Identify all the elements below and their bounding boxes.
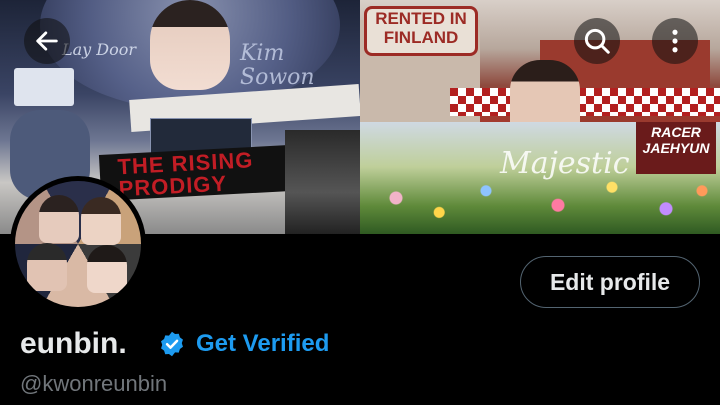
banner-portrait-center [510, 60, 580, 122]
banner-sign: RENTED IN FINLAND [364, 6, 478, 56]
more-options-button[interactable] [652, 18, 698, 64]
banner-portrait-top [150, 0, 230, 90]
banner-script-majestic: Majestic [500, 146, 630, 181]
more-vertical-icon [672, 29, 678, 53]
banner-portrait-bottom [285, 130, 360, 234]
arrow-left-icon [36, 31, 58, 51]
avatar-face-1 [39, 195, 79, 243]
banner-script-top: Lay Door [62, 40, 137, 59]
display-name: eunbin. [20, 327, 127, 360]
search-button[interactable] [574, 18, 620, 64]
verified-badge-icon[interactable] [158, 330, 186, 358]
search-icon [584, 28, 610, 54]
avatar-face-2 [81, 197, 121, 245]
checkered-strip [450, 88, 720, 116]
avatar-image [15, 181, 141, 307]
banner-racer-tag: RACER JAEHYUN [636, 122, 716, 174]
avatar-face-4 [87, 245, 127, 293]
edit-profile-button[interactable]: Edit profile [520, 256, 700, 308]
banner-collage-right-bottom: Majestic RACER JAEHYUN [360, 122, 720, 234]
user-handle: @kwonreunbin [20, 371, 168, 396]
back-button[interactable] [24, 18, 70, 64]
avatar[interactable] [10, 176, 146, 312]
get-verified-link[interactable]: Get Verified [196, 330, 329, 358]
avatar-face-3 [27, 243, 67, 291]
banner-character-card [14, 68, 74, 106]
banner-script-right: Kim Sowon [240, 41, 315, 90]
